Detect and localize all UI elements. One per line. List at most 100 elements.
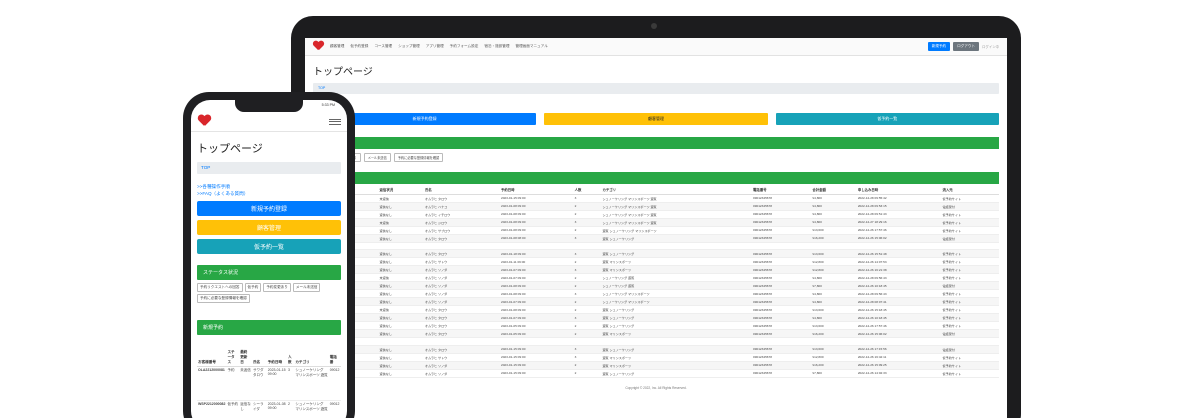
faq-link[interactable]: よくある質問 (313, 105, 999, 110)
table-cell: オムラヒ ソノダ (422, 281, 499, 291)
phone-status-chip[interactable]: 予約に必要な登録情報を確認 (197, 294, 250, 303)
new-reservation-nav-button[interactable]: 新規予約 (927, 42, 951, 51)
brand-heart-logo[interactable] (313, 41, 324, 52)
table-cell: 返信なし (377, 202, 423, 211)
table-cell: オムラヒ タロウ (422, 234, 499, 243)
phone-status-chip[interactable]: 予約リクエストへの回答 (197, 283, 243, 292)
nav-menu-item[interactable]: 宿泊・施設管理 (484, 44, 509, 49)
phone-table-row[interactable]: OLA2212000081 予約 未返信 サワダ タロウ 2023-01-15 09:0… (197, 366, 341, 401)
table-cell: 09012345678 (751, 329, 811, 339)
table-row[interactable]: 予約返信なしオムラヒ タロウ2023-01-07 09:003遊覧 シュノーケリ… (313, 313, 999, 323)
phone-table-cell: 予約 (226, 366, 240, 401)
table-cell: 2 (572, 297, 601, 307)
table-cell: オムラヒ サトウ (422, 257, 499, 267)
phone-table-row[interactable]: WSP2212000082 仮予約 返信なし シーライダ 2023-01-08 09:0… (197, 400, 341, 418)
table-cell: 2023-01-05 09:00 (498, 329, 573, 339)
table-cell: 09012345678 (751, 345, 811, 354)
table-row[interactable] (313, 242, 999, 251)
phone-table-cell: 2 (286, 400, 295, 418)
table-row[interactable]: 仮予約返信なしオムラヒ ハナコ2023-01-08 09:002シュノーケリング… (313, 202, 999, 211)
table-row[interactable]: 予約返信なしオムラヒ ソノダ2023-01-08 09:002シュノーケリング … (313, 281, 999, 291)
table-cell: 遊覧 マリンスポーツ (600, 257, 752, 267)
table-cell: 2023-01-15 09:00 (498, 194, 573, 203)
table-cell: 返信なし (377, 313, 423, 323)
hamburger-menu-icon[interactable] (329, 118, 341, 125)
phone-customer-management-button[interactable]: 顧客管理 (197, 220, 341, 235)
nav-menu-item[interactable]: 顧客管理 (330, 44, 344, 49)
table-cell: 仮予約サイト (940, 226, 999, 235)
table-cell: オムラヒ ソノダ (422, 361, 499, 370)
status-chip[interactable]: 予約に必要な登録情報を確認 (393, 153, 444, 162)
table-cell (422, 242, 499, 251)
phone-new-reservation-button[interactable]: 新規予約登録 (197, 201, 341, 216)
phone-status-chip[interactable]: 予約変更あり (263, 283, 291, 292)
table-cell (855, 242, 941, 251)
temp-reservation-list-button[interactable]: 仮予約一覧 (775, 113, 999, 125)
table-row[interactable]: 予約返信なしオムラヒ ソノダ2023-01-07 09:002シュノーケリング … (313, 297, 999, 307)
table-row[interactable]: キャンセル未返信オムラヒ ジロウ2023-01-08 09:003シュノーケリン… (313, 218, 999, 227)
table-cell: オムラヒ ソノダ (422, 369, 499, 378)
status-chip[interactable]: メール未送信 (363, 153, 391, 162)
nav-menu-item[interactable]: ショップ管理 (398, 44, 420, 49)
phone-breadcrumb-top-link[interactable]: TOP (201, 165, 210, 170)
phone-temp-reservation-list-button[interactable]: 仮予約一覧 (197, 239, 341, 254)
table-cell: 返信なし (377, 369, 423, 378)
nav-menu-item[interactable]: 予約フォーム設定 (450, 44, 479, 49)
table-cell: 3 (572, 234, 601, 243)
table-row[interactable]: 予約返信なしオムラヒ タロウ2023-01-05 09:002遊覧 マリンスポー… (313, 329, 999, 339)
table-row[interactable]: 予約返信なしオムラヒ タロウ2023-01-05 09:002遊覧 シュノーケリ… (313, 321, 999, 331)
table-cell: オムラヒ ハナコ (422, 202, 499, 211)
table-row[interactable]: 予約返信なしオムラヒ タロウ2023-01-08 08:003遊覧 シュノーケリ… (313, 234, 999, 243)
table-cell (377, 242, 423, 251)
table-cell: 電話受付 (940, 281, 999, 291)
nav-menu-item[interactable]: 管理画面マニュアル (515, 44, 547, 49)
status-section-header (313, 137, 999, 149)
table-row[interactable]: 予約未返信オムラヒ タロウ2023-01-15 09:003シュノーケリング マ… (313, 194, 999, 203)
table-cell: 返信なし (377, 361, 423, 370)
table-row[interactable]: 予約返信なしオムラヒ ソノダ2023-01-08 09:003シュノーケリング … (313, 289, 999, 299)
table-cell: 返信なし (377, 234, 423, 243)
nav-menu-item[interactable]: アプリ管理 (426, 44, 444, 49)
table-cell: ¥4,800 (810, 218, 856, 227)
nav-menu-item[interactable]: 仮予約登録 (350, 44, 368, 49)
table-cell (377, 337, 423, 346)
phone-manual-link[interactable]: >>各種操作手順 (197, 183, 341, 190)
customer-number-link[interactable]: OLA2212000081 (197, 366, 227, 401)
table-cell: シュノーケリング マリンスポーツ (600, 289, 752, 299)
table-row[interactable]: 予約未返信オムラヒ ソノダ2023-01-07 09:002シュノーケリング 遊… (313, 273, 999, 283)
table-cell: 返信なし (377, 329, 423, 339)
customer-number-link[interactable]: WSP2212000082 (197, 400, 227, 418)
phone-notch (235, 100, 303, 112)
table-row[interactable] (313, 337, 999, 346)
table-row[interactable]: 予約返信なしオムラヒ ソノダ2023-01-15 09:002遊覧 マリンスポー… (313, 361, 999, 370)
table-cell: 仮予約サイト (940, 249, 999, 259)
table-cell: 09012345678 (751, 353, 811, 362)
brand-heart-logo[interactable] (198, 115, 211, 128)
table-cell: 2 (572, 273, 601, 283)
table-row[interactable]: 予約返信なしオムラヒ ソノダ2023-01-15 09:002遊覧 シュノーケリ… (313, 369, 999, 378)
table-cell: 返信なし (377, 249, 423, 259)
phone-status-chip[interactable]: 仮予約 (244, 283, 262, 292)
table-row[interactable]: 予約返信なしオムラヒ タロウ2023-01-18 09:003遊覧 シュノーケリ… (313, 249, 999, 259)
customer-management-button[interactable]: 顧客管理 (544, 113, 768, 125)
table-cell: 2 (572, 257, 601, 267)
table-row[interactable]: 予約返信なしオムラヒ タロウ2023-01-15 09:003遊覧 シュノーケリ… (313, 345, 999, 354)
nav-menu-item[interactable]: コース管理 (374, 44, 392, 49)
table-cell: 09012345678 (751, 273, 811, 283)
table-cell: オムラヒ タロウ (422, 305, 499, 315)
phone-status-chip[interactable]: メール未送信 (292, 283, 321, 292)
table-cell: 遊覧 シュノーケリング (600, 321, 752, 331)
table-cell (810, 337, 856, 346)
table-row[interactable]: キャンセル返信なしオムラヒ サトウ2023-01-11 09:002遊覧 マリン… (313, 257, 999, 267)
table-row[interactable]: 予約返信なしオムラヒ イチロウ2023-01-08 09:002シュノーケリング… (313, 210, 999, 219)
table-row[interactable]: 予約返信なしオムラヒ サブロウ2023-01-08 09:002遊覧 シュノーケ… (313, 226, 999, 235)
table-cell: 2023-01-08 09:00 (498, 218, 573, 227)
table-row[interactable]: キャンセル返信なしオムラヒ サトウ2023-01-15 09:003遊覧 マリン… (313, 353, 999, 362)
table-cell: 遊覧 シュノーケリング マリンスポーツ (600, 226, 752, 235)
phone-faq-link[interactable]: >>FAQ（よくある質問） (197, 190, 341, 197)
table-cell: 2023-01-08 09:00 (498, 305, 573, 315)
logout-button[interactable]: ログアウト (953, 42, 980, 51)
breadcrumb-top-link[interactable]: TOP (318, 86, 325, 90)
table-row[interactable]: キャンセル未返信オムラヒ タロウ2023-01-08 09:002遊覧 シュノー… (313, 305, 999, 315)
table-row[interactable]: 予約返信なしオムラヒ ソノダ2023-01-07 09:003遊覧 マリンスポー… (313, 265, 999, 275)
